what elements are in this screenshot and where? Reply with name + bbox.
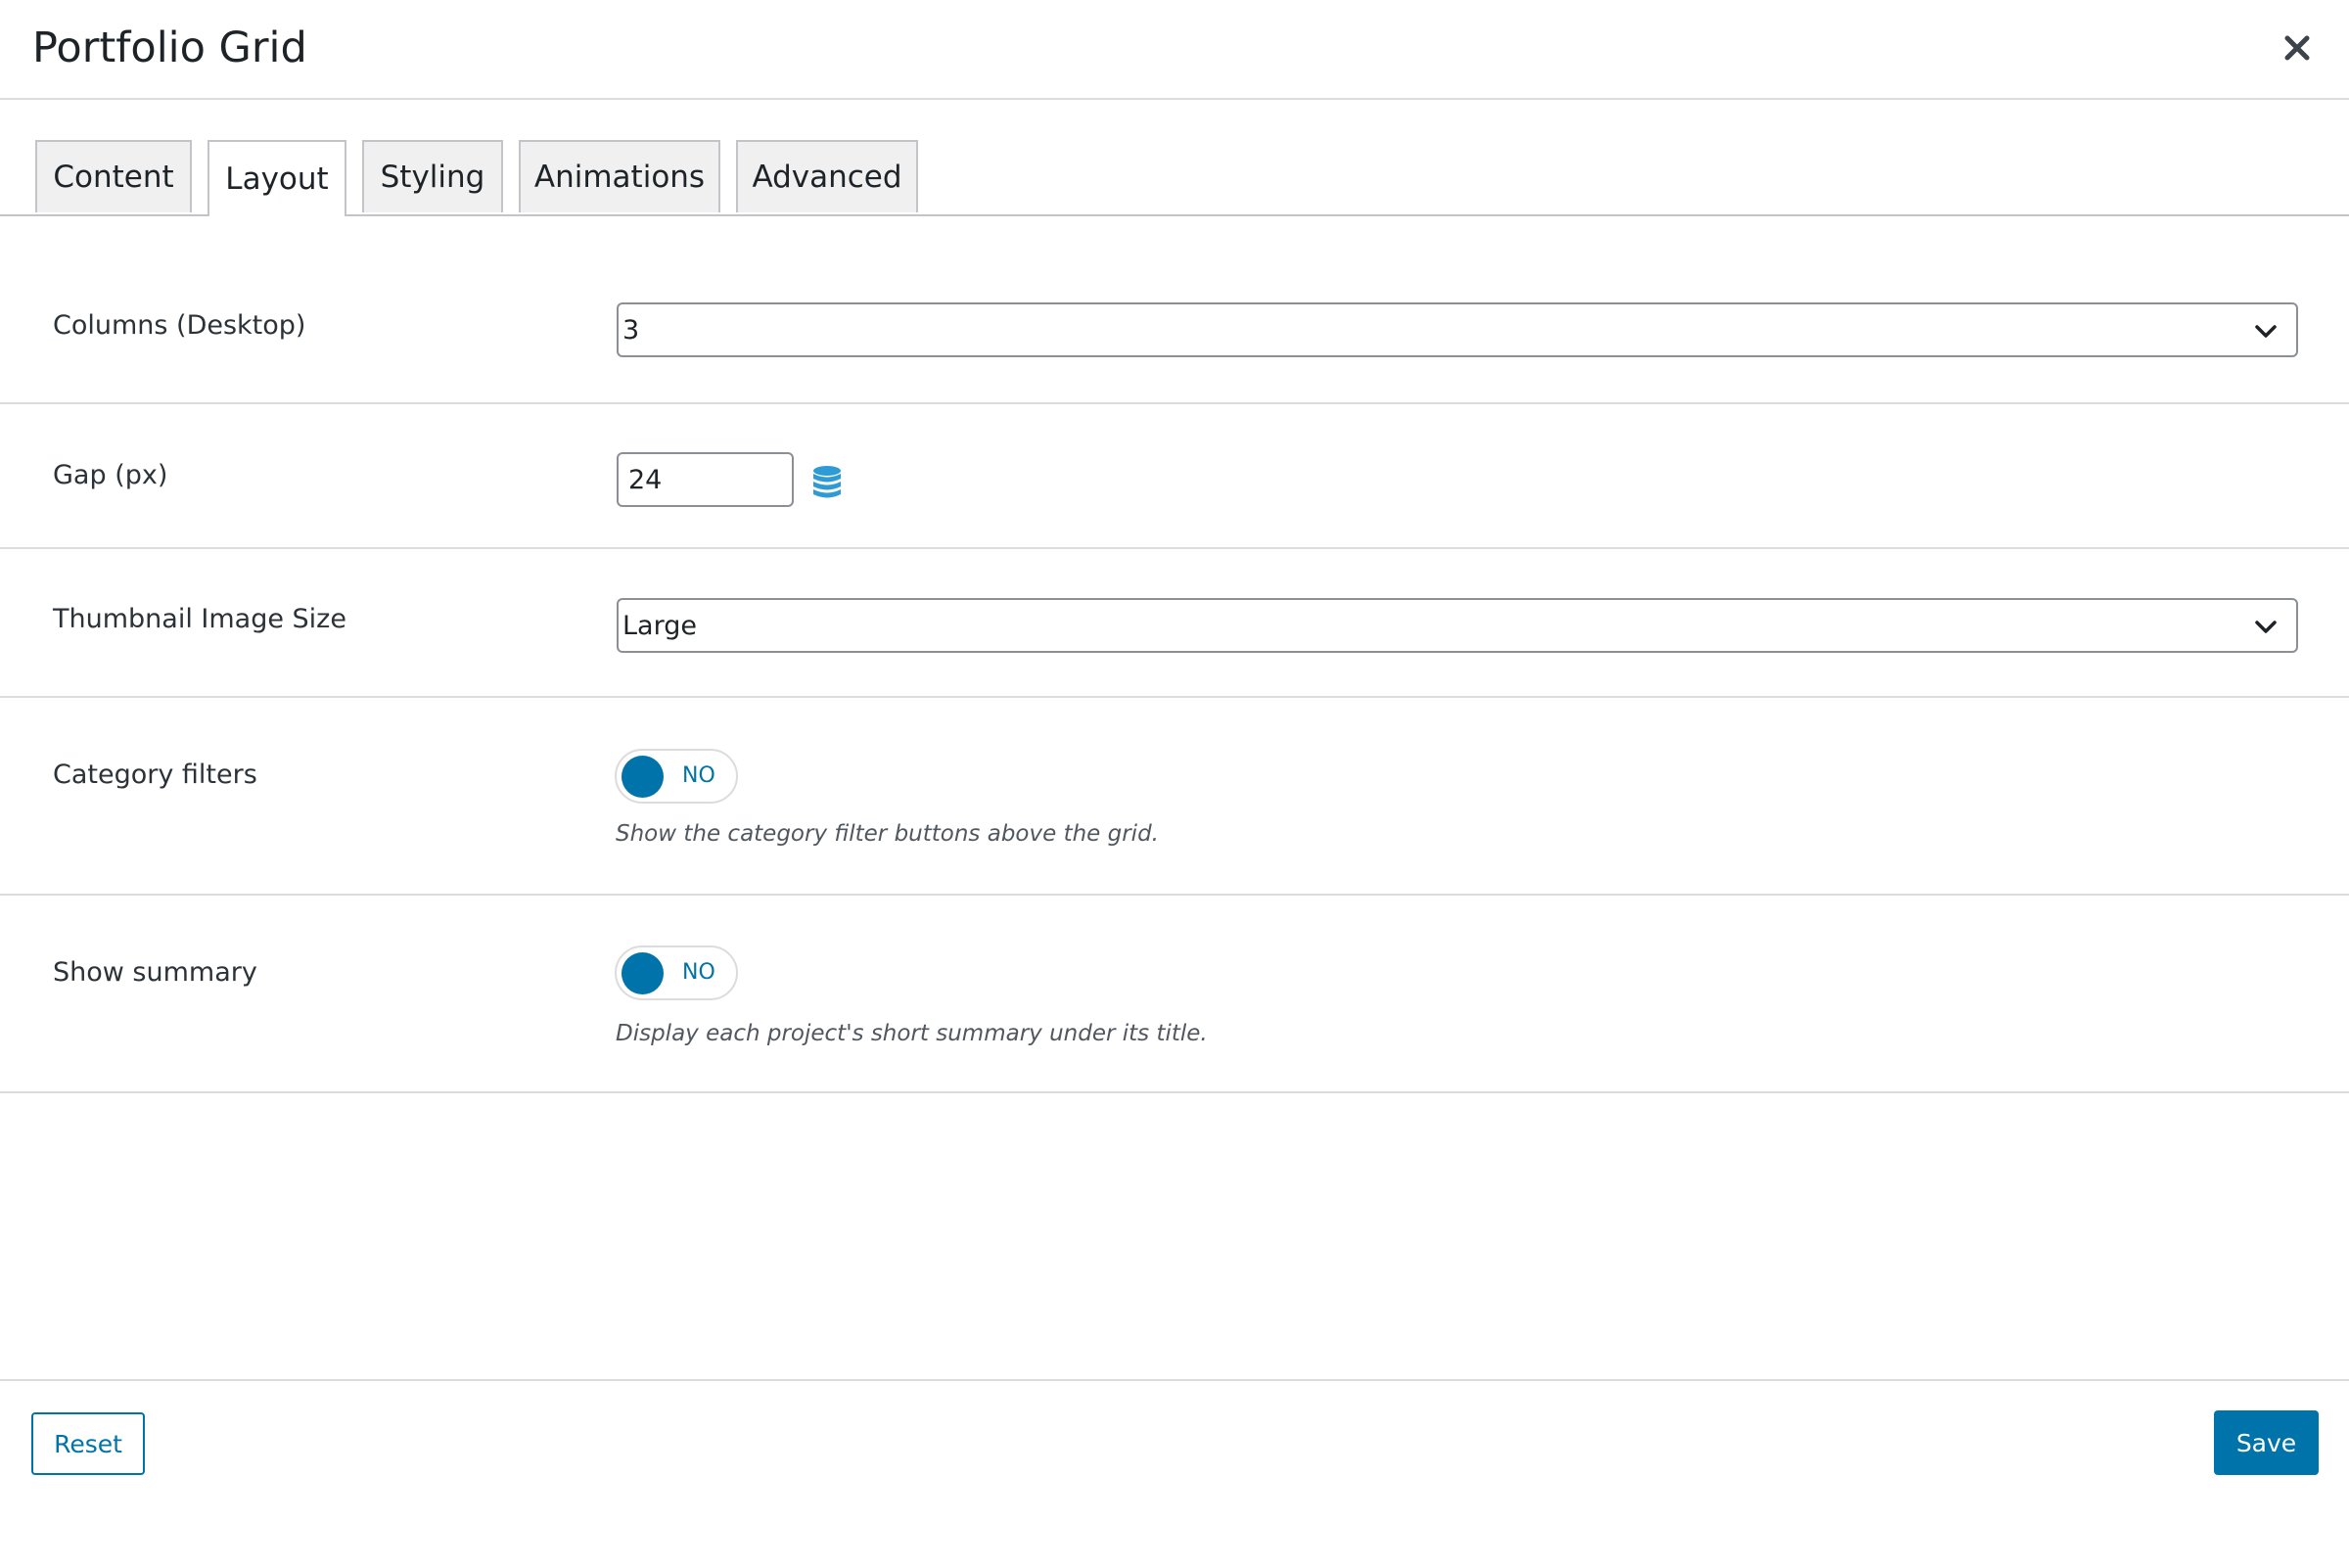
columns-select[interactable]: 3 [617,302,2298,357]
thumbnail-value: Large [622,610,697,641]
toggle-knob [622,756,664,798]
toggle-knob [622,952,664,994]
modal-title: Portfolio Grid [32,23,307,72]
tab-content[interactable]: Content [35,140,192,212]
columns-label: Columns (Desktop) [53,310,306,341]
show-summary-label: Show summary [53,957,257,988]
gap-label: Gap (px) [53,460,168,490]
chevron-down-icon [2255,621,2277,633]
tab-layout[interactable]: Layout [207,140,346,216]
gap-input[interactable]: 24 [617,452,794,507]
modal-footer: Reset Save [0,1379,2349,1568]
thumbnail-select[interactable]: Large [617,598,2298,653]
close-icon[interactable] [2280,31,2314,65]
thumbnail-label: Thumbnail Image Size [53,604,346,634]
category-filters-label: Category filters [53,760,257,790]
tab-advanced[interactable]: Advanced [736,140,918,212]
reset-button[interactable]: Reset [31,1412,145,1475]
thumbnail-row: Thumbnail Image Size Large [0,549,2349,698]
tab-animations[interactable]: Animations [519,140,720,212]
tab-styling[interactable]: Styling [362,140,503,212]
chevron-down-icon [2255,325,2277,338]
tab-bar: Content Layout Styling Animations Advanc… [0,100,2349,216]
save-button[interactable]: Save [2214,1410,2319,1475]
gap-value: 24 [628,464,663,495]
toggle-state-label: NO [682,763,715,788]
database-icon[interactable] [811,465,843,500]
category-filters-row: Category filters NO Show the category fi… [0,698,2349,896]
columns-row: Columns (Desktop) 3 [0,216,2349,404]
category-filters-toggle[interactable]: NO [615,749,738,804]
show-summary-row: Show summary NO Display each project's s… [0,896,2349,1093]
settings-modal: Portfolio Grid Content Layout Styling An… [0,0,2349,1566]
show-summary-toggle[interactable]: NO [615,945,738,1000]
show-summary-help: Display each project's short summary und… [616,1021,1208,1046]
category-filters-help: Show the category filter buttons above t… [616,821,1159,847]
columns-value: 3 [622,314,640,346]
gap-row: Gap (px) 24 [0,404,2349,549]
modal-header: Portfolio Grid [0,0,2349,100]
toggle-state-label: NO [682,960,715,985]
